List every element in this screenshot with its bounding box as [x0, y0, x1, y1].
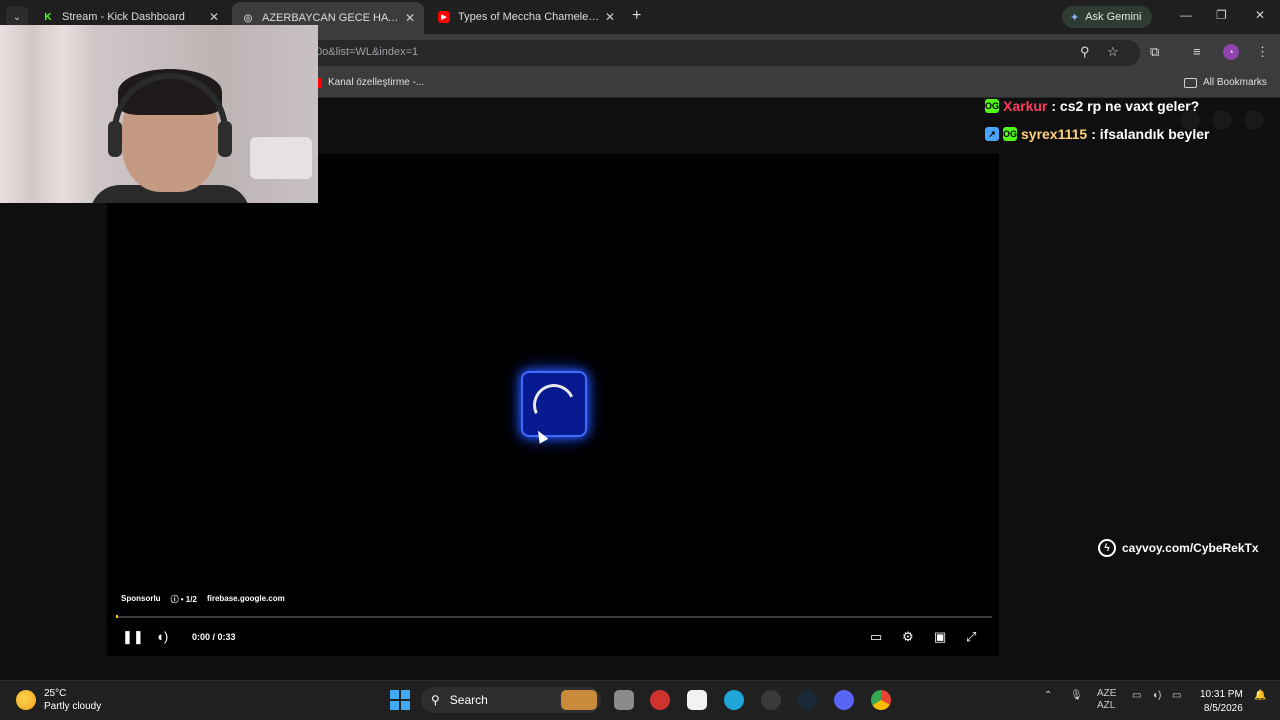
- promo-link-overlay: ϟ cayvoy.com/CybeRekTx: [1098, 539, 1259, 557]
- extensions-icon[interactable]: ⧉: [1150, 44, 1159, 60]
- steam-icon[interactable]: [797, 690, 817, 710]
- tab-title: AZERBAYCAN GECE HAYATI: [262, 12, 402, 24]
- zoom-icon[interactable]: ⚲: [1080, 44, 1090, 60]
- pause-button[interactable]: ❚❚: [122, 629, 144, 645]
- progress-bar-fill: [116, 615, 118, 618]
- gemini-label: Ask Gemini: [1085, 11, 1142, 23]
- ad-info: Sponsorlu ⓘ • 1/2 firebase.google.com: [121, 594, 285, 605]
- search-highlight-icon[interactable]: [561, 690, 597, 710]
- network-icon[interactable]: ▭: [1132, 690, 1141, 701]
- profile-avatar[interactable]: ◔: [1223, 44, 1239, 60]
- partly-cloudy-icon: [16, 690, 36, 710]
- edge-icon[interactable]: [724, 690, 744, 710]
- microphone-icon[interactable]: 🎙: [1070, 690, 1083, 701]
- chat-username: syrex1115: [1021, 126, 1088, 142]
- youtube-icon: ▶: [438, 11, 450, 23]
- og-badge-icon: OG: [985, 99, 1000, 113]
- webcam-background-object: [250, 137, 312, 179]
- kick-icon: K: [44, 11, 52, 23]
- gemini-sparkle-icon: ✦: [1070, 11, 1080, 24]
- overlay-dot: [1180, 110, 1200, 130]
- address-bar[interactable]: [300, 40, 1140, 66]
- tab-title: Stream - Kick Dashboard: [62, 11, 185, 23]
- sponsored-label: Sponsorlu: [121, 594, 161, 603]
- search-label: Search: [449, 693, 488, 707]
- headset-earcup: [218, 121, 232, 157]
- bookmark-label: Kanal özelleştirme -...: [328, 77, 425, 88]
- sub-badge-icon: ↗: [985, 127, 999, 141]
- search-icon: ⚲: [431, 693, 440, 707]
- clock-time: 10:31 PM: [1200, 689, 1243, 700]
- app-icon[interactable]: [650, 690, 670, 710]
- weather-desc: Partly cloudy: [44, 701, 102, 712]
- subtitles-icon[interactable]: ▭: [870, 629, 882, 645]
- overlay-dot: [1212, 110, 1232, 130]
- headset-earcup: [108, 121, 122, 157]
- screen: ⌄ K Stream - Kick Dashboard ✕ ◎ AZERBAYC…: [0, 0, 1280, 720]
- close-window-button[interactable]: ✕: [1255, 8, 1265, 22]
- theater-mode-icon[interactable]: ▣: [934, 629, 946, 645]
- progress-bar[interactable]: [116, 616, 992, 618]
- volume-icon[interactable]: ◖): [156, 629, 168, 644]
- loading-icon: ◎: [243, 12, 253, 24]
- menu-kebab-icon[interactable]: ⋮: [1256, 44, 1269, 60]
- chat-message: OG Xarkur : cs2 rp ne vaxt geler?: [985, 98, 1199, 114]
- clock-date: 8/5/2026: [1203, 703, 1243, 714]
- webcam-overlay: [0, 25, 318, 203]
- minimize-button[interactable]: —: [1180, 8, 1192, 22]
- close-icon[interactable]: ✕: [402, 11, 418, 25]
- address-text: 0o&list=WL&index=1: [316, 46, 419, 58]
- chrome-icon[interactable]: [871, 690, 891, 710]
- chat-message: ↗ OG syrex1115 : ifsalandık beyler: [985, 126, 1209, 142]
- chevron-down-icon: ⌄: [12, 11, 22, 23]
- bolt-icon: ϟ: [1098, 539, 1116, 557]
- ask-gemini-button[interactable]: ✦ Ask Gemini: [1062, 6, 1152, 28]
- weather-temp: 25°C: [44, 688, 67, 699]
- lang-bottom: AZL: [1097, 700, 1116, 711]
- capcut-icon[interactable]: [687, 690, 707, 710]
- bookmark-kanal[interactable]: Kanal özelleştirme -...: [312, 77, 424, 88]
- chat-username: Xarkur: [1003, 98, 1048, 114]
- restore-button[interactable]: ❐: [1216, 8, 1227, 22]
- file-explorer-icon[interactable]: [614, 690, 634, 710]
- fullscreen-icon[interactable]: ⤢: [966, 629, 976, 645]
- tab-title: Types of Meccha Chameleon PL: [458, 11, 602, 23]
- chat-text: : cs2 rp ne vaxt geler?: [1051, 98, 1200, 114]
- taskbar-clock[interactable]: 10:31 PM 8/5/2026: [1200, 688, 1243, 716]
- og-badge-icon: OG: [1003, 127, 1018, 141]
- speaker-icon[interactable]: ◖): [1152, 690, 1161, 701]
- weather-widget[interactable]: 25°C Partly cloudy: [16, 687, 101, 713]
- settings-gear-icon[interactable]: ⚙: [902, 629, 914, 645]
- lang-top: AZE: [1097, 688, 1117, 699]
- show-hidden-icons-icon[interactable]: ⌃: [1044, 690, 1052, 701]
- discord-icon[interactable]: [834, 690, 854, 710]
- folder-icon: [1184, 77, 1197, 88]
- battery-icon[interactable]: ▭: [1172, 690, 1181, 701]
- promo-text: cayvoy.com/CybeRekTx: [1122, 541, 1259, 555]
- notification-bell-icon[interactable]: 🔔: [1254, 690, 1266, 701]
- bookmark-star-icon[interactable]: ☆: [1107, 44, 1119, 60]
- language-indicator[interactable]: AZE AZL: [1097, 688, 1116, 712]
- windows-taskbar: [0, 680, 1280, 720]
- media-controls-icon[interactable]: ≡: [1193, 44, 1201, 59]
- close-icon[interactable]: ✕: [602, 10, 618, 24]
- overlay-dot: [1244, 110, 1264, 130]
- app-icon[interactable]: [761, 690, 781, 710]
- tab-meccha-chameleon[interactable]: ▶ Types of Meccha Chameleon PL ✕: [428, 4, 624, 30]
- time-display: 0:00 / 0:33: [192, 632, 236, 642]
- all-bookmarks-label: All Bookmarks: [1203, 77, 1267, 88]
- ad-domain-link[interactable]: firebase.google.com: [207, 594, 285, 605]
- new-tab-button[interactable]: +: [632, 7, 641, 25]
- ad-counter: ⓘ • 1/2: [170, 595, 197, 604]
- close-icon[interactable]: ✕: [206, 10, 222, 24]
- windows-start-icon[interactable]: [390, 690, 410, 710]
- all-bookmarks-button[interactable]: All Bookmarks: [1184, 77, 1267, 88]
- webcam-curtain: [0, 25, 95, 203]
